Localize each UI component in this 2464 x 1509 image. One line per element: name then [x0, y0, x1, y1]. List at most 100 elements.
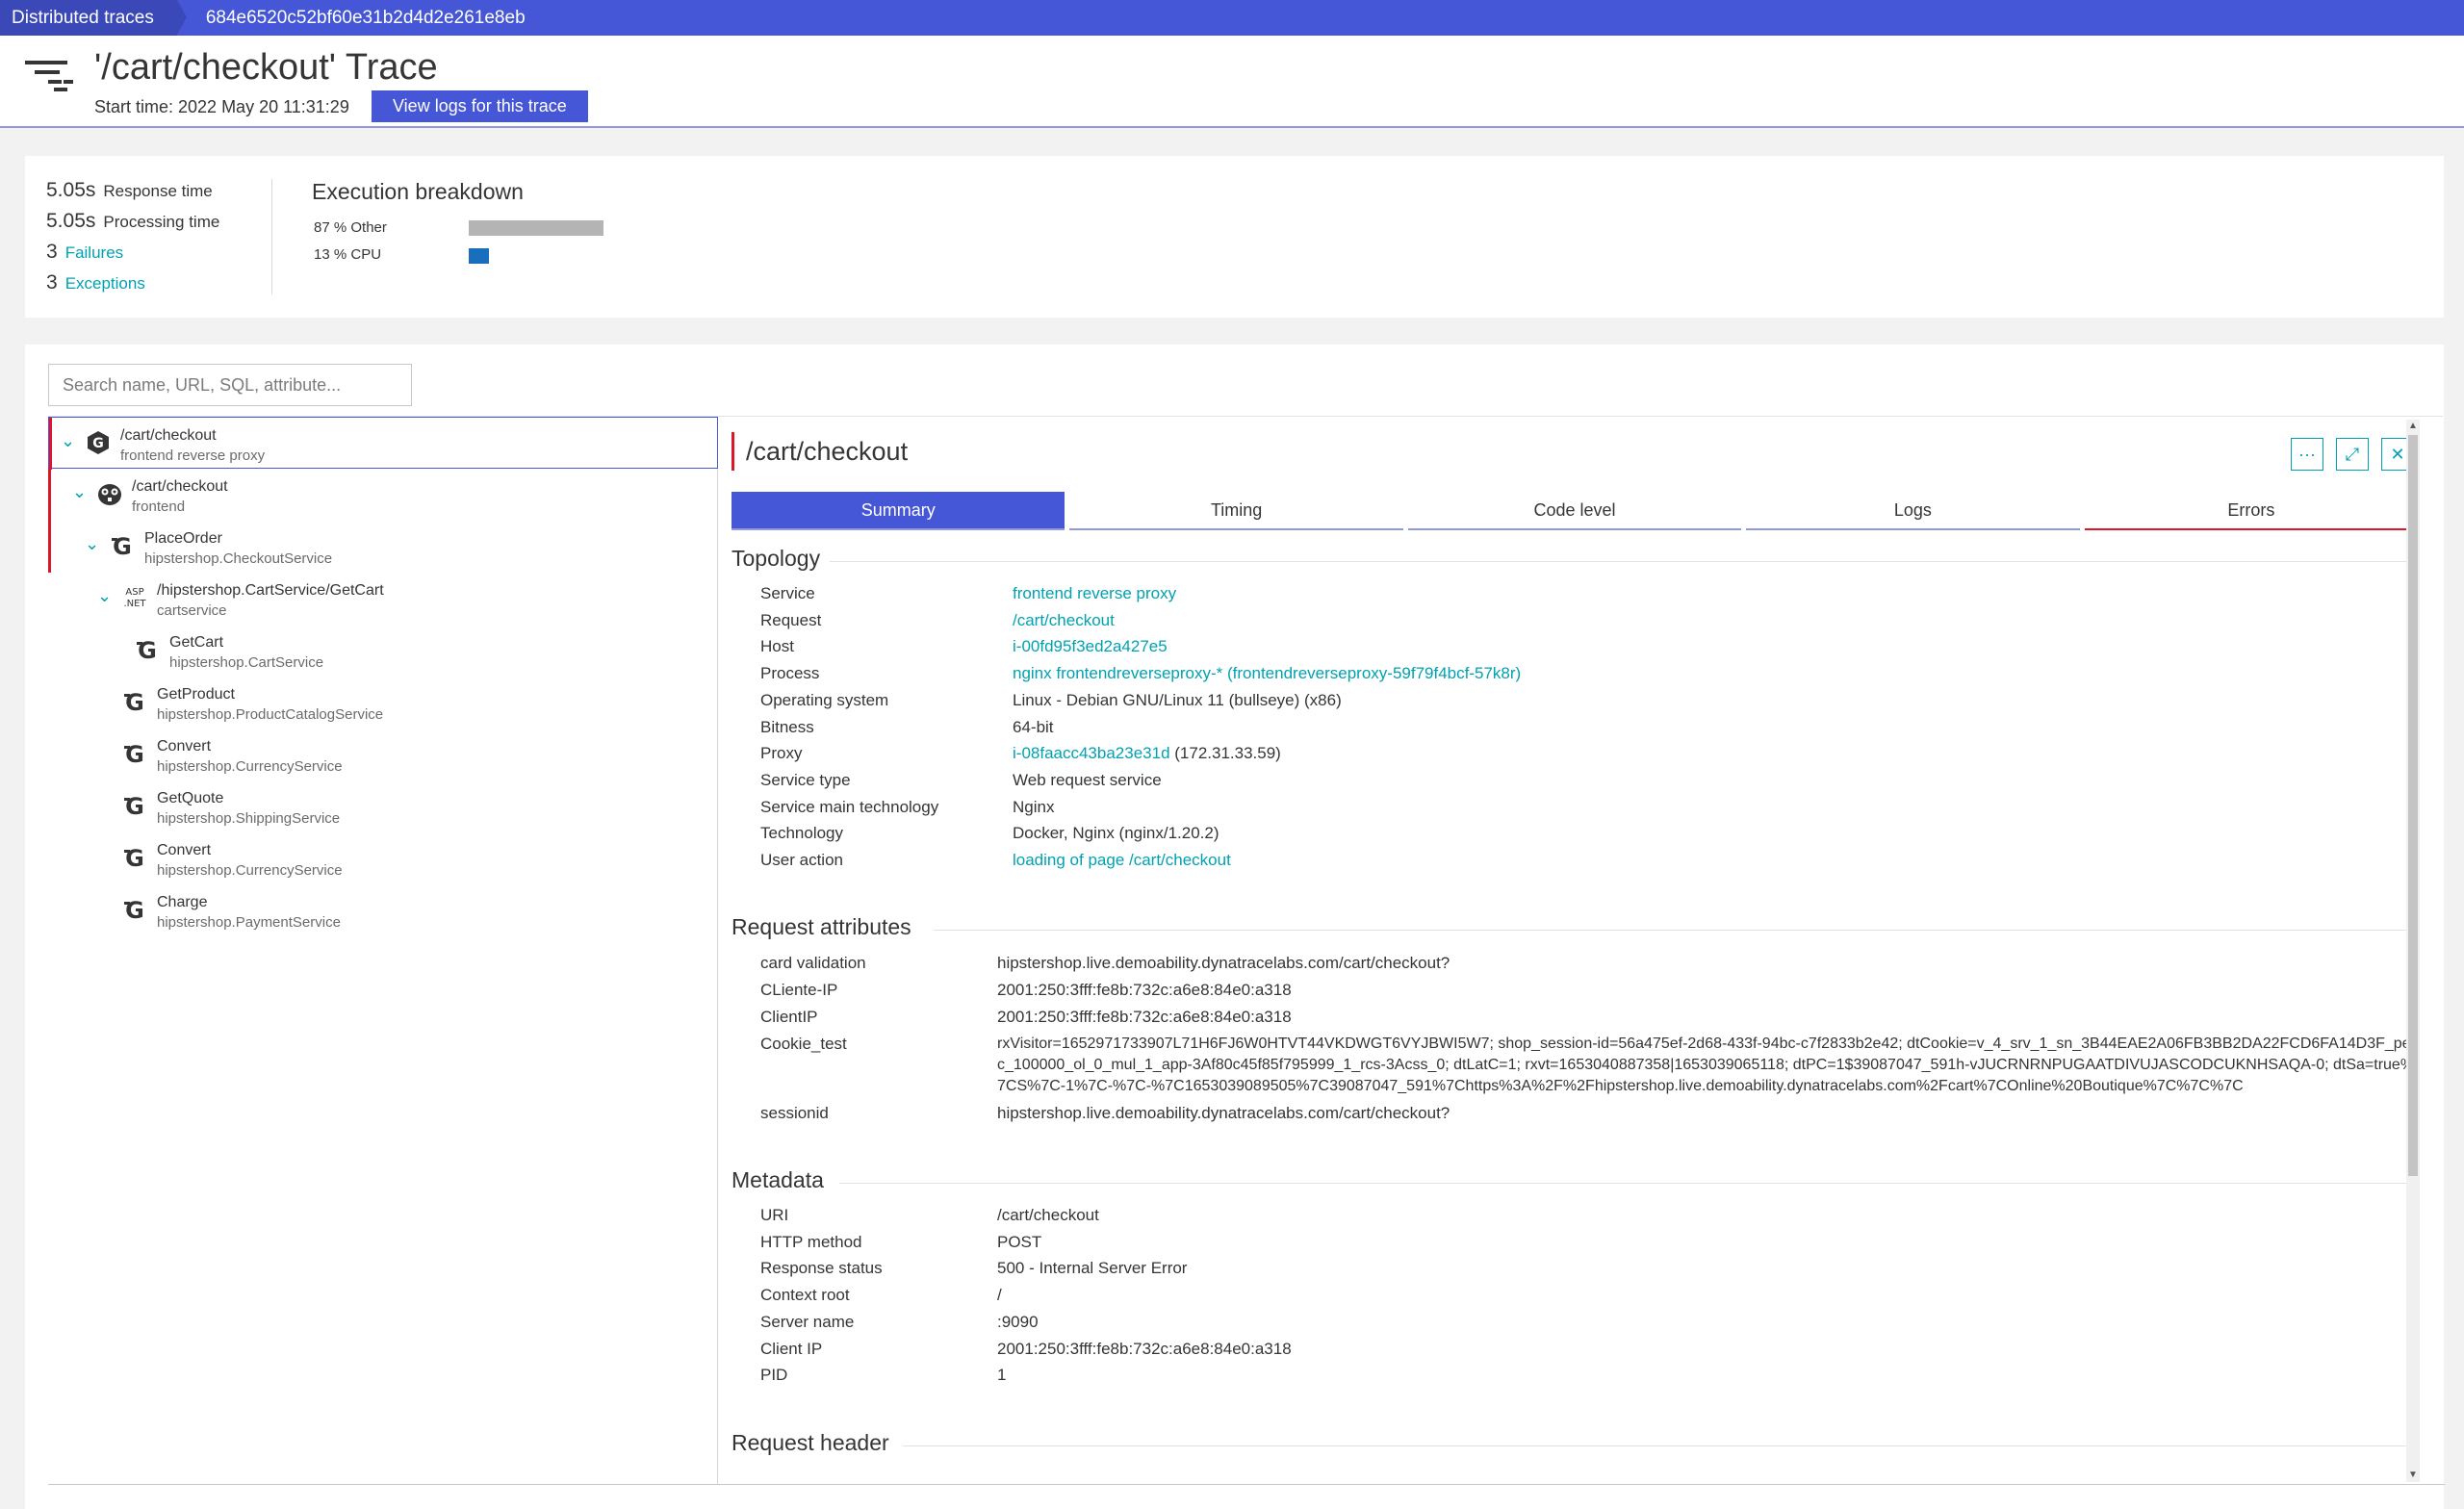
tab-summary[interactable]: Summary	[732, 492, 1065, 530]
topology-value: frontend reverse proxy	[1013, 584, 1176, 603]
breadcrumb-distributed-traces[interactable]: Distributed traces	[0, 0, 187, 36]
tree-node[interactable]: G Convert hipstershop.CurrencyService	[48, 729, 718, 780]
more-actions-button[interactable]: ···	[2291, 438, 2323, 471]
attribute-value: hipstershop.live.demoability.dynatracela…	[997, 1104, 1450, 1122]
topology-link[interactable]: i-08faacc43ba23e31d	[1013, 744, 1170, 762]
topology-text: Docker, Nginx (nginx/1.20.2)	[1013, 824, 1219, 843]
tree-node[interactable]: G GetProduct hipstershop.ProductCatalogSer…	[48, 677, 718, 729]
metadata-label: Client IP	[760, 1339, 823, 1358]
error-indicator	[48, 521, 51, 573]
metadata-label: URI	[760, 1206, 789, 1224]
detail-tabs: Summary Timing Code level Logs Errors	[732, 492, 2419, 532]
tree-node[interactable]: ⌄ /cart/checkout frontend	[48, 469, 718, 521]
request-header-divider	[903, 1445, 2418, 1446]
chevron-down-icon[interactable]: ⌄	[97, 586, 112, 606]
attribute-label: CLiente-IP	[760, 981, 838, 999]
scroll-down-icon[interactable]: ▼	[2406, 1469, 2420, 1482]
tree-node[interactable]: ⌄ ASP .NET/hipstershop.CartService/GetCart…	[48, 573, 718, 625]
detail-scrollbar[interactable]: ▲ ▼	[2406, 420, 2420, 1482]
grpc-icon: G	[133, 635, 162, 664]
svg-text:G: G	[125, 741, 144, 768]
topology-value: Docker, Nginx (nginx/1.20.2)	[1013, 824, 1219, 843]
aspnet-icon: ASP .NET	[120, 583, 149, 612]
tab-errors[interactable]: Errors	[2084, 492, 2419, 530]
chevron-down-icon[interactable]: ⌄	[61, 431, 75, 451]
exceptions-link[interactable]: Exceptions	[65, 274, 145, 293]
metadata-label: Response status	[760, 1259, 883, 1278]
topology-value: i-00fd95f3ed2a427e5	[1013, 637, 1168, 656]
tab-code-level[interactable]: Code level	[1407, 492, 1742, 530]
tree-node[interactable]: G GetCart hipstershop.CartService	[48, 625, 718, 677]
tree-node-service: hipstershop.CurrencyService	[157, 862, 343, 879]
start-time: Start time: 2022 May 20 11:31:29	[94, 97, 349, 116]
metadata-value: 2001:250:3fff:fe8b:732c:a6e8:84e0:a318	[997, 1339, 1292, 1358]
metadata-label: PID	[760, 1366, 788, 1385]
search-input[interactable]	[48, 364, 412, 406]
request-header-title: Request header	[732, 1430, 889, 1455]
tree-node[interactable]: G GetQuote hipstershop.ShippingService	[48, 780, 718, 832]
attribute-label: Cookie_test	[760, 1035, 847, 1053]
response-time-label: Response time	[103, 182, 213, 200]
topology-title: Topology	[732, 546, 821, 571]
metadata-value: POST	[997, 1232, 1042, 1251]
topology-value: /cart/checkout	[1013, 611, 1115, 630]
breadcrumb-trace-id: 684e6520c52bf60e31b2d4d2e261e8eb	[205, 7, 526, 28]
topology-value: loading of page /cart/checkout	[1013, 851, 1231, 870]
topology-label: Request	[760, 610, 822, 629]
response-time-metric: 5.05s Response time	[46, 179, 213, 202]
scrollbar-thumb[interactable]	[2408, 435, 2418, 1176]
tree-node-name: /hipstershop.CartService/GetCart	[157, 582, 384, 599]
processing-time-value: 5.05s	[46, 210, 96, 232]
topology-link[interactable]: nginx frontendreverseproxy-* (frontendre…	[1013, 664, 1521, 682]
tree-node-name: Charge	[157, 894, 208, 910]
tree-node-service: hipstershop.CheckoutService	[144, 550, 333, 567]
topology-link[interactable]: loading of page /cart/checkout	[1013, 851, 1231, 869]
scroll-up-icon[interactable]: ▲	[2406, 420, 2420, 433]
chevron-down-icon[interactable]: ⌄	[85, 534, 99, 554]
processing-time-metric: 5.05s Processing time	[46, 210, 219, 233]
expand-icon[interactable]: ⤢	[2336, 438, 2369, 471]
panel-bottom-divider	[48, 1484, 2445, 1485]
tab-timing[interactable]: Timing	[1069, 492, 1403, 530]
topology-divider	[830, 561, 2418, 562]
tree-node-name: GetQuote	[157, 790, 224, 806]
metadata-value: /cart/checkout	[997, 1206, 1099, 1224]
tree-node-service: hipstershop.ProductCatalogService	[157, 706, 384, 723]
chevron-down-icon[interactable]: ⌄	[72, 482, 87, 502]
topology-link[interactable]: /cart/checkout	[1013, 611, 1115, 629]
topology-label: Process	[760, 664, 820, 683]
metadata-label: Server name	[760, 1312, 855, 1331]
response-time-value: 5.05s	[46, 179, 96, 201]
topology-label: Host	[760, 637, 794, 656]
exec-bar-cpu	[469, 248, 489, 264]
topology-value: Linux - Debian GNU/Linux 11 (bullseye) (…	[1013, 691, 1342, 710]
svg-text:G: G	[125, 793, 144, 820]
execution-breakdown-title: Execution breakdown	[312, 179, 524, 204]
trace-icon	[25, 61, 73, 91]
tree-node[interactable]: G Convert hipstershop.CurrencyService	[48, 832, 718, 884]
failures-link[interactable]: Failures	[65, 243, 123, 262]
tree-node[interactable]: ⌄ G/cart/checkout frontend reverse proxy	[48, 417, 718, 470]
tree-node[interactable]: ⌄ G PlaceOrder hipstershop.CheckoutService	[48, 521, 718, 573]
attribute-value: hipstershop.live.demoability.dynatracela…	[997, 954, 1450, 972]
svg-text:G: G	[138, 637, 157, 664]
trace-tree: ⌄ G/cart/checkout frontend reverse proxy ⌄ /…	[48, 417, 718, 1485]
view-logs-button[interactable]: View logs for this trace	[372, 90, 588, 122]
tree-node[interactable]: G Charge hipstershop.PaymentService	[48, 884, 718, 936]
topology-link[interactable]: i-00fd95f3ed2a427e5	[1013, 637, 1168, 655]
topology-link[interactable]: frontend reverse proxy	[1013, 584, 1176, 602]
page-header: '/cart/checkout' Trace Start time: 2022 …	[0, 36, 2464, 128]
topology-label: Service type	[760, 770, 851, 789]
svg-text:G: G	[125, 689, 144, 716]
grpc-icon: G	[120, 895, 149, 924]
topology-value: i-08faacc43ba23e31d (172.31.33.59)	[1013, 744, 1281, 763]
attribute-value: 2001:250:3fff:fe8b:732c:a6e8:84e0:a318	[997, 1008, 1292, 1026]
tab-logs[interactable]: Logs	[1746, 492, 2080, 530]
topology-label: Service	[760, 584, 815, 602]
topology-text: Linux - Debian GNU/Linux 11 (bullseye) (…	[1013, 690, 1342, 709]
tree-node-service: hipstershop.CurrencyService	[157, 758, 343, 775]
page-title: '/cart/checkout' Trace	[94, 47, 438, 88]
exceptions-metric: 3 Exceptions	[46, 271, 145, 294]
metadata-title: Metadata	[732, 1167, 824, 1192]
grpc-icon: G	[108, 531, 137, 560]
